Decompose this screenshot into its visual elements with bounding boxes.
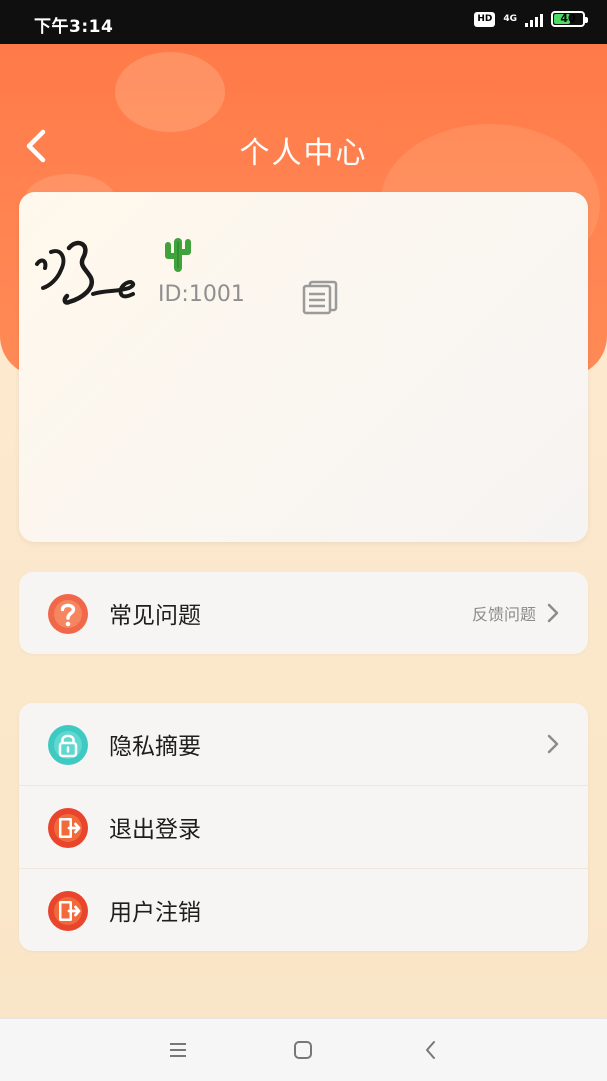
- status-bar: 下午3:14 HD 4G 40: [0, 0, 607, 44]
- menu-icon[interactable]: [165, 1037, 191, 1063]
- menu-item-faq[interactable]: 常见问题 反馈问题: [19, 572, 588, 654]
- menu-label: 常见问题: [109, 603, 201, 629]
- menu-right: 反馈问题: [472, 601, 560, 625]
- chevron-right-icon: [547, 603, 559, 623]
- feedback-link[interactable]: 反馈问题: [472, 601, 536, 625]
- privacy-lock-icon: [48, 725, 88, 765]
- logout-icon: [48, 808, 88, 848]
- battery-level: 40: [560, 12, 576, 25]
- status-time: 下午3:14: [34, 17, 114, 37]
- profile-card: ID:1001: [19, 192, 588, 542]
- cactus-icon: [165, 238, 191, 272]
- back-nav-icon[interactable]: [418, 1037, 444, 1063]
- chevron-right-icon: [547, 734, 559, 754]
- menu-label: 用户注销: [109, 900, 201, 926]
- account-delete-icon: [48, 891, 88, 931]
- network-type: 4G: [503, 13, 517, 24]
- menu-label: 隐私摘要: [109, 734, 201, 760]
- user-id: ID:1001: [158, 282, 245, 307]
- menu-item-privacy[interactable]: 隐私摘要: [19, 703, 588, 785]
- system-nav-bar: [0, 1018, 607, 1081]
- question-icon: [48, 594, 88, 634]
- menu-item-logout[interactable]: 退出登录: [19, 785, 588, 868]
- page-title: 个人中心: [239, 136, 368, 171]
- battery-icon: 40: [551, 11, 588, 27]
- copy-icon[interactable]: [301, 279, 339, 315]
- avatar[interactable]: [31, 232, 141, 322]
- menu-group-account: 隐私摘要 退出登录 用户注销: [19, 703, 588, 951]
- menu-right: [546, 733, 560, 755]
- menu-label: 退出登录: [109, 817, 201, 843]
- decoration: [115, 52, 225, 132]
- menu-group-help: 常见问题 反馈问题: [19, 572, 588, 654]
- menu-item-deactivate[interactable]: 用户注销: [19, 868, 588, 951]
- status-indicators: HD 4G 40: [474, 11, 588, 27]
- home-icon[interactable]: [290, 1037, 316, 1063]
- signal-icon: [525, 11, 543, 27]
- hd-badge: HD: [474, 11, 496, 27]
